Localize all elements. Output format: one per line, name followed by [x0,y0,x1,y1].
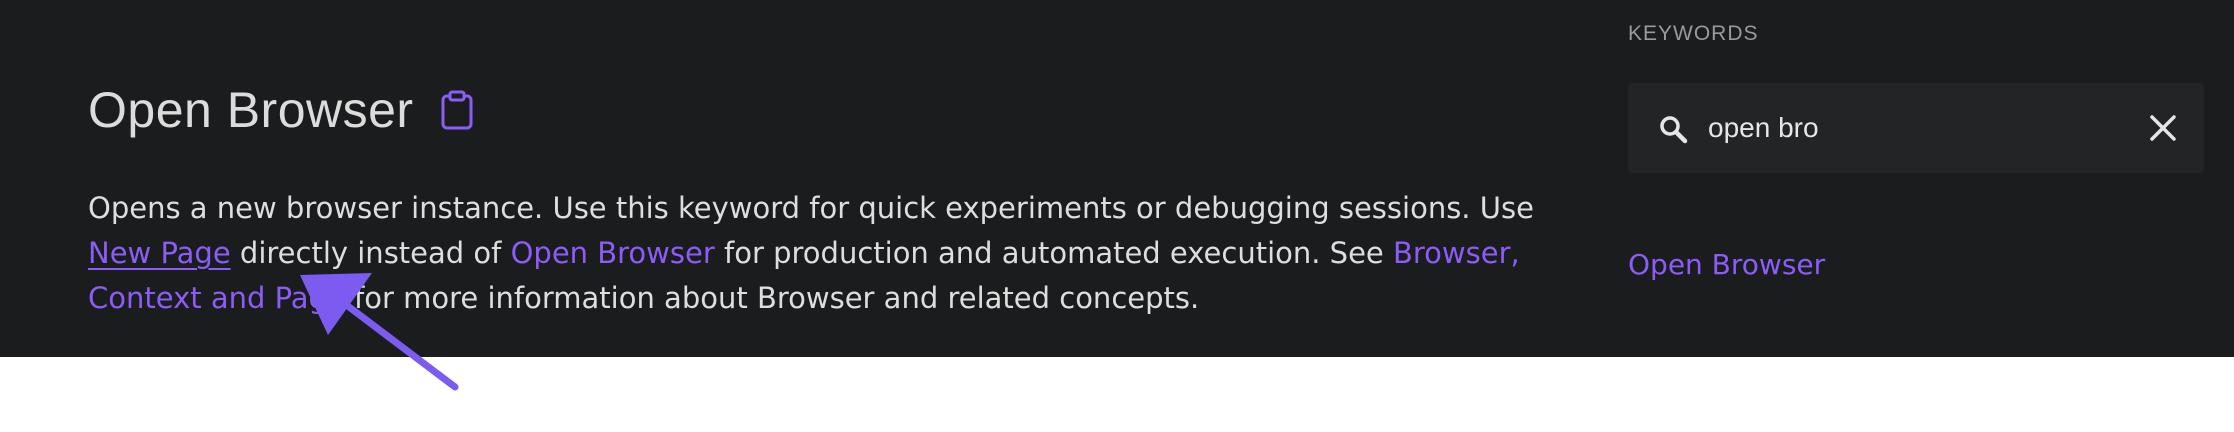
keyword-search-input[interactable]: open bro [1628,83,2204,173]
description-text: for production and automated execution. … [714,236,1393,270]
keywords-heading: KEYWORDS [1628,22,1759,45]
page-title: Open Browser [88,82,414,138]
keyword-result-open-browser[interactable]: Open Browser [1628,248,1825,281]
link-open-browser[interactable]: Open Browser [511,236,715,270]
search-icon [1660,116,1688,144]
link-new-page[interactable]: New Page [88,236,231,270]
close-icon[interactable] [2148,113,2178,143]
title-row: Open Browser [88,78,474,142]
search-value[interactable]: open bro [1708,107,1819,149]
description-text: Opens a new browser instance. Use this k… [88,191,1534,225]
arrow-icon [300,273,459,391]
clipboard-icon[interactable] [440,90,474,130]
description-text: for more information about Browser and r… [344,281,1200,315]
